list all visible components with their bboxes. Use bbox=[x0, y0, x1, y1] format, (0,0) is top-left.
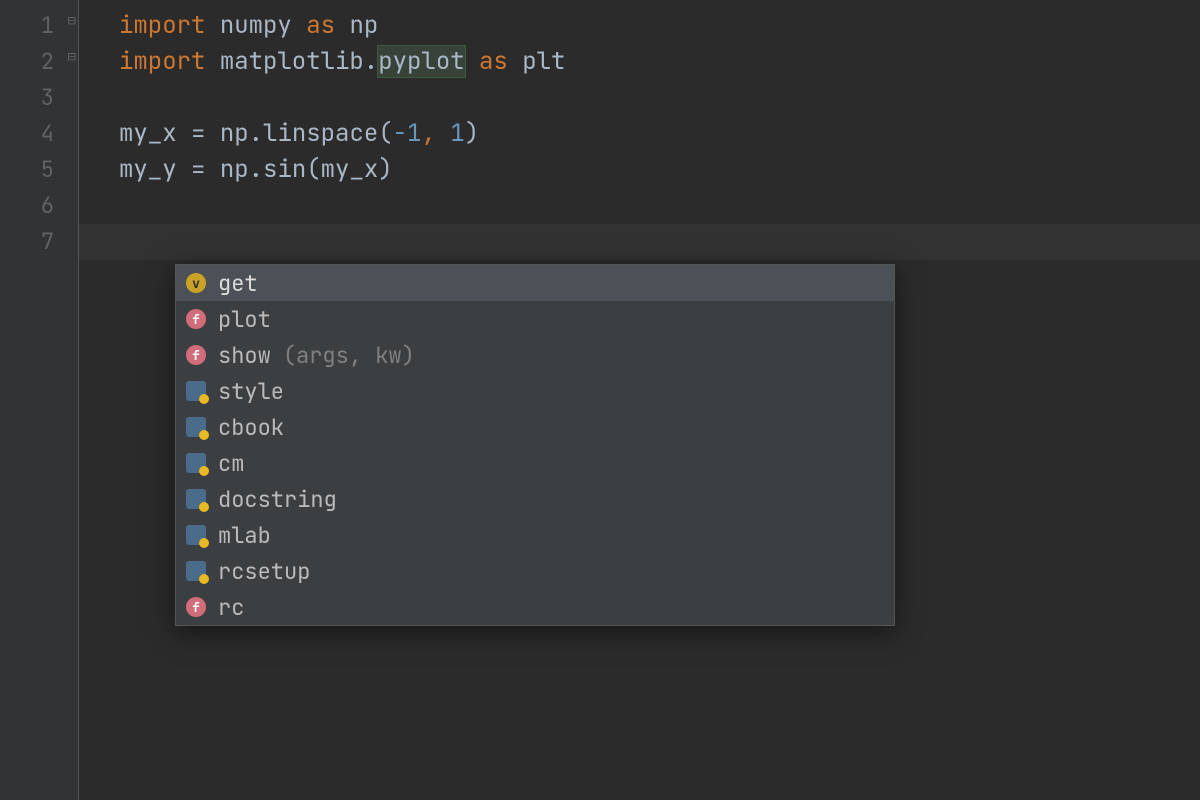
code-line[interactable]: my_x = np.linspace(-1, 1) bbox=[119, 116, 1200, 152]
code-line[interactable]: my_y = np.sin(my_x) bbox=[119, 152, 1200, 188]
completion-label: show bbox=[218, 341, 271, 370]
line-number: 5 bbox=[0, 152, 78, 188]
line-number: 7 bbox=[0, 224, 78, 260]
completion-label: plot bbox=[218, 305, 271, 334]
module-icon bbox=[186, 561, 206, 581]
code-line[interactable]: import numpy as np bbox=[119, 8, 1200, 44]
completion-item[interactable]: cbook bbox=[176, 409, 894, 445]
module-icon bbox=[186, 453, 206, 473]
code-line[interactable] bbox=[119, 188, 1200, 224]
line-number: 4 bbox=[0, 116, 78, 152]
completion-item[interactable]: cm bbox=[176, 445, 894, 481]
gutter: 1 2 3 4 5 6 7 ⊟ ⊟ bbox=[0, 0, 78, 800]
completion-label: rcsetup bbox=[218, 557, 310, 586]
completion-item[interactable]: frc bbox=[176, 589, 894, 625]
variable-icon: v bbox=[186, 273, 206, 293]
completion-item[interactable]: mlab bbox=[176, 517, 894, 553]
autocomplete-popup[interactable]: vgetfplotfshow(args, kw)stylecbookcmdocs… bbox=[175, 264, 895, 626]
fold-handle-icon[interactable]: ⊟ bbox=[62, 14, 76, 28]
module-icon bbox=[186, 489, 206, 509]
function-icon: f bbox=[186, 309, 206, 329]
module-icon bbox=[186, 417, 206, 437]
completion-item[interactable]: style bbox=[176, 373, 894, 409]
completion-item[interactable]: docstring bbox=[176, 481, 894, 517]
code-line[interactable] bbox=[119, 80, 1200, 116]
current-line-highlight bbox=[79, 224, 1200, 260]
completion-label: docstring bbox=[218, 485, 337, 514]
completion-label: cbook bbox=[218, 413, 284, 442]
code-line[interactable]: import matplotlib.pyplot as plt bbox=[119, 44, 1200, 80]
completion-label: rc bbox=[218, 593, 244, 622]
completion-label: get bbox=[218, 269, 258, 298]
function-icon: f bbox=[186, 597, 206, 617]
completion-params: (args, kw) bbox=[283, 341, 415, 370]
code-editor[interactable]: import numpy as np import matplotlib.pyp… bbox=[78, 0, 1200, 800]
completion-item[interactable]: fplot bbox=[176, 301, 894, 337]
line-number: 3 bbox=[0, 80, 78, 116]
completion-item[interactable]: vget bbox=[176, 265, 894, 301]
completion-item[interactable]: rcsetup bbox=[176, 553, 894, 589]
completion-label: style bbox=[218, 377, 284, 406]
completion-label: mlab bbox=[218, 521, 271, 550]
completion-item[interactable]: fshow (args, kw) bbox=[176, 337, 894, 373]
completion-label: cm bbox=[218, 449, 244, 478]
line-number: 6 bbox=[0, 188, 78, 224]
function-icon: f bbox=[186, 345, 206, 365]
module-icon bbox=[186, 381, 206, 401]
module-icon bbox=[186, 525, 206, 545]
fold-handle-icon[interactable]: ⊟ bbox=[62, 50, 76, 64]
